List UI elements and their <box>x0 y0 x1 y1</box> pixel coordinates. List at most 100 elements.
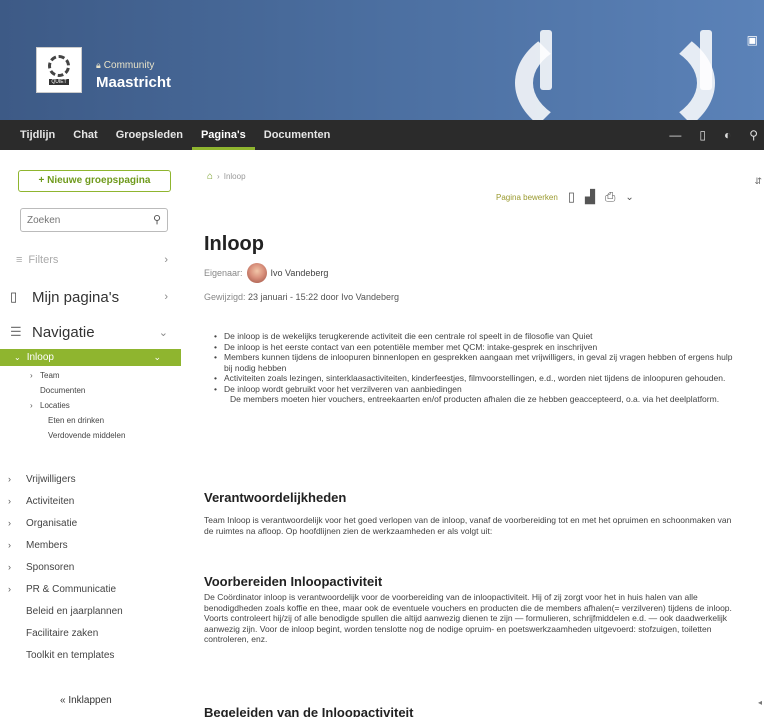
breadcrumb-current[interactable]: Inloop <box>224 172 246 181</box>
modified-label: Gewijzigd: <box>204 292 246 302</box>
chevron-right-icon: › <box>30 371 33 380</box>
sidebar-page-item[interactable]: Facilitaire zaken <box>0 622 190 644</box>
chevron-right-icon: › <box>164 254 168 266</box>
breadcrumb-separator: › <box>217 172 220 181</box>
tree-item[interactable]: Verdovende middelen <box>0 428 190 443</box>
heading-verantwoordelijkheden: Verantwoordelijkheden <box>204 490 347 505</box>
tree-item[interactable]: Documenten <box>0 383 190 398</box>
sidebar-page-label: Organisatie <box>26 517 78 529</box>
sidebar-page-item[interactable]: › Sponsoren <box>0 556 190 578</box>
modified-value: 23 januari - 15:22 door Ivo Vandeberg <box>248 292 399 302</box>
tree-item[interactable]: Eten en drinken <box>0 413 190 428</box>
home-icon[interactable]: ⌂ <box>207 171 213 182</box>
sidebar-item-navigatie[interactable]: ☰ Navigatie ⌄ <box>0 321 190 343</box>
chevron-right-icon: › <box>8 474 11 484</box>
side-panel-toggle-icon[interactable]: ⇵ <box>754 176 762 187</box>
sidebar-page-label: Vrijwilligers <box>26 473 76 485</box>
bookmark-icon[interactable]: ▯ <box>568 189 575 205</box>
tab-tijdlijn[interactable]: Tijdlijn <box>0 120 64 150</box>
tab-paginas[interactable]: Pagina's <box>191 120 255 150</box>
group-name[interactable]: Maastricht <box>96 74 171 91</box>
chevron-right-icon: › <box>8 518 11 528</box>
sidebar-page-label: Facilitaire zaken <box>26 627 99 639</box>
tree-item[interactable]: › Team <box>0 368 190 383</box>
page-icon: ▯ <box>10 289 18 304</box>
banner-decoration <box>540 30 552 90</box>
list-item: Members kunnen tijdens de inloopuren bin… <box>214 352 734 373</box>
tree-item[interactable]: › Locaties <box>0 398 190 413</box>
heading-voorbereiden: Voorbereiden Inloopactiviteit <box>204 574 383 589</box>
search-icon[interactable]: ⚲ <box>153 213 161 226</box>
logo-ring-icon <box>48 55 70 77</box>
chevron-right-icon: › <box>8 584 11 594</box>
scroll-indicator[interactable]: ◂ <box>758 698 762 707</box>
page-owner: Eigenaar: Ivo Vandeberg <box>204 263 328 283</box>
sidebar-page-item[interactable]: › PR & Communicatie <box>0 578 190 600</box>
breadcrumb: ⌂ › Inloop <box>207 171 246 182</box>
chevron-right-icon: › <box>30 401 33 410</box>
bookmark-icon[interactable]: ▯ <box>699 128 706 142</box>
list-item: De inloop wordt gebruikt voor het verzil… <box>214 384 734 395</box>
mijn-paginas-label: Mijn pagina's <box>32 288 120 306</box>
new-group-page-button[interactable]: + Nieuwe groepspagina <box>18 170 171 192</box>
tab-documenten[interactable]: Documenten <box>255 120 340 150</box>
navigatie-label: Navigatie <box>32 323 95 341</box>
heading-begeleiden: Begeleiden van de Inloopactiviteit <box>204 705 414 717</box>
chevron-down-icon[interactable]: ⌄ <box>625 192 633 203</box>
filters-label: Filters <box>28 254 59 266</box>
filters-icon: ≡ <box>16 254 23 266</box>
avatar[interactable] <box>246 263 267 283</box>
chevron-right-icon: › <box>8 540 11 550</box>
sidebar-page-label: Sponsoren <box>26 561 75 573</box>
sidebar-page-label: Activiteiten <box>26 495 75 507</box>
search-input[interactable] <box>21 209 141 231</box>
sidebar-search: ⚲ <box>20 208 168 232</box>
menu-icon: ☰ <box>10 324 22 339</box>
image-icon[interactable]: ▣ <box>747 33 758 47</box>
tree-item-label: Locaties <box>40 401 70 410</box>
group-nav: Tijdlijn Chat Groepsleden Pagina's Docum… <box>0 120 764 150</box>
sidebar: + Nieuwe groepspagina ⚲ ≡ Filters › ▯ Mi… <box>0 150 190 717</box>
tree-item-label: Documenten <box>40 386 86 395</box>
sidebar-item-mijn-paginas[interactable]: ▯ Mijn pagina's › <box>0 286 190 308</box>
filters-toggle[interactable]: ≡ Filters › <box>16 250 206 270</box>
owner-name[interactable]: Ivo Vandeberg <box>271 268 329 278</box>
page-modified: Gewijzigd: 23 januari - 15:22 door Ivo V… <box>204 292 399 302</box>
edit-page-button[interactable]: Pagina bewerken <box>496 193 558 202</box>
tree-item-label: Verdovende middelen <box>48 431 126 440</box>
collapse-sidebar-button[interactable]: « Inklappen <box>60 695 112 706</box>
chevron-right-icon: › <box>164 291 168 303</box>
list-item: De inloop is de wekelijks terugkerende a… <box>214 331 734 342</box>
community-text: Community <box>103 60 155 71</box>
stats-icon[interactable]: ▟ <box>585 189 595 205</box>
inloop-label: Inloop <box>26 352 54 363</box>
chevron-right-icon: › <box>8 496 11 506</box>
logo-tag: QUIET <box>49 79 69 85</box>
chevron-right-icon: › <box>8 562 11 572</box>
lock-icon: 🔒︎ <box>96 60 101 70</box>
search-icon[interactable]: ⚲ <box>749 128 758 142</box>
list-item-followup: De members moeten hier vouchers, entreek… <box>230 394 720 404</box>
eye-icon[interactable]: ◐ <box>724 128 731 142</box>
sidebar-page-label: PR & Communicatie <box>26 583 117 595</box>
minus-icon[interactable]: — <box>669 128 681 142</box>
sidebar-page-item[interactable]: › Organisatie <box>0 512 190 534</box>
owner-label: Eigenaar: <box>204 268 243 278</box>
group-banner: QUIET 🔒︎ Community Maastricht ▣ <box>0 0 764 120</box>
tab-groepsleden[interactable]: Groepsleden <box>107 120 192 150</box>
sidebar-page-item[interactable]: Beleid en jaarplannen <box>0 600 190 622</box>
community-label: 🔒︎ Community <box>96 60 154 71</box>
sidebar-page-label: Beleid en jaarplannen <box>26 605 123 617</box>
sidebar-item-inloop[interactable]: ⌄ Inloop ⌄ <box>0 349 181 366</box>
print-icon[interactable]: ⎙ <box>605 189 615 205</box>
group-logo[interactable]: QUIET <box>36 47 82 93</box>
tree-item-label: Team <box>40 371 60 380</box>
sidebar-page-item[interactable]: › Vrijwilligers <box>0 468 190 490</box>
sidebar-page-item[interactable]: › Members <box>0 534 190 556</box>
sidebar-page-item[interactable]: › Activiteiten <box>0 490 190 512</box>
paragraph-verantwoordelijkheden: Team Inloop is verantwoordelijk voor het… <box>204 515 732 536</box>
tab-chat[interactable]: Chat <box>64 120 106 150</box>
sidebar-page-item[interactable]: Toolkit en templates <box>0 644 190 666</box>
page-list: › Vrijwilligers › Activiteiten › Organisatie ›… <box>0 468 190 666</box>
page-title: Inloop <box>204 233 264 255</box>
